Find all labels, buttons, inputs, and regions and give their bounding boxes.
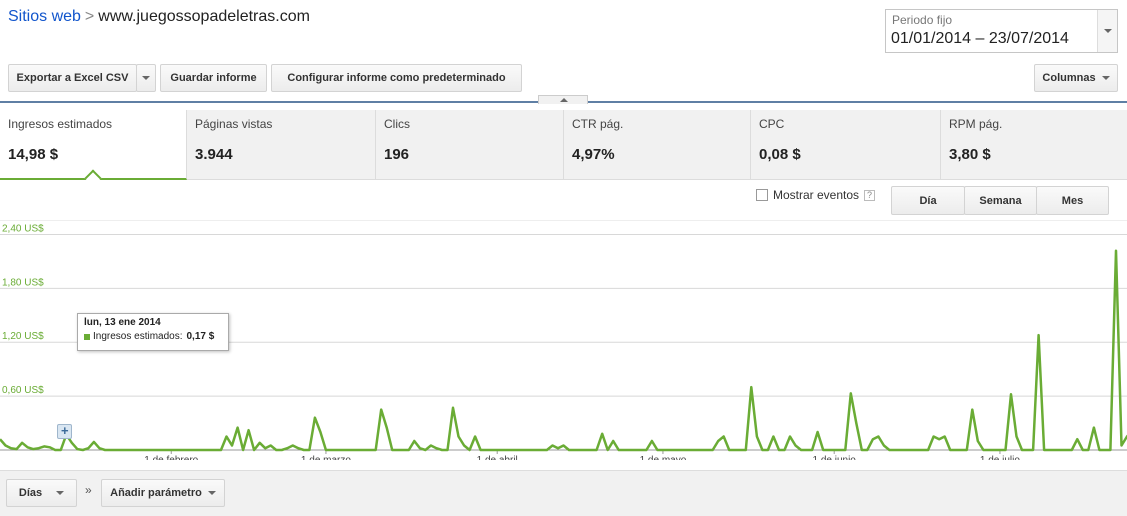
chevron-down-icon	[56, 491, 65, 495]
x-tick-label: 1 de marzo	[301, 455, 351, 460]
y-tick-label: 2,40 US$	[2, 223, 44, 234]
set-default-report-button[interactable]: Configurar informe como predeterminado	[271, 64, 522, 92]
x-tick-label: 1 de febrero	[144, 455, 198, 460]
show-events-label: Mostrar eventos	[773, 188, 860, 202]
metric-tab-page-ctr[interactable]: CTR pág. 4,97%	[564, 110, 751, 180]
granularity-week-label: Semana	[979, 194, 1022, 207]
save-report-button[interactable]: Guardar informe	[160, 64, 267, 92]
metric-value: 4,97%	[572, 146, 615, 163]
granularity-month-button[interactable]: Mes	[1036, 186, 1109, 215]
chevron-down-icon	[207, 491, 216, 495]
y-tick-label: 0,60 US$	[2, 385, 44, 396]
export-csv-button[interactable]: Exportar a Excel CSV	[8, 64, 137, 92]
period-dropdown-button[interactable]	[1097, 10, 1117, 52]
breadcrumb-site: www.juegossopadeletras.com	[98, 8, 310, 25]
collapse-chart-handle[interactable]	[538, 95, 588, 104]
metric-label: Clics	[384, 117, 410, 131]
granularity-month-label: Mes	[1061, 194, 1084, 207]
y-tick-label: 1,80 US$	[2, 277, 44, 288]
columns-label: Columnas	[1042, 72, 1096, 84]
y-tick-label: 1,20 US$	[2, 331, 44, 342]
period-label: Periodo fijo	[892, 13, 953, 27]
x-tick-label: 1 de julio	[980, 455, 1020, 460]
adsense-report: Sitios web > www.juegossopadeletras.com Pe…	[0, 0, 1127, 516]
add-parameter-button[interactable]: Añadir parámetro	[101, 479, 225, 507]
date-range-picker[interactable]: Periodo fijo 01/01/2014 – 23/07/2014	[885, 9, 1118, 53]
chevron-down-icon	[142, 76, 150, 80]
metric-value: 3.944	[195, 146, 233, 163]
breadcrumb-separator: >	[84, 8, 95, 25]
metric-value: 3,80 $	[949, 146, 991, 163]
annotation-marker-icon[interactable]	[57, 423, 72, 439]
metric-label: CTR pág.	[572, 117, 624, 131]
x-tick-label: 1 de junio	[813, 455, 857, 460]
breadcrumb-arrow-icon: »	[85, 483, 92, 497]
columns-button[interactable]: Columnas	[1034, 64, 1118, 92]
granularity-day-button[interactable]: Día	[891, 186, 965, 215]
dimension-label: Días	[18, 487, 43, 499]
chevron-down-icon	[1101, 76, 1110, 80]
metric-tab-clicks[interactable]: Clics 196	[376, 110, 564, 180]
metric-label: CPC	[759, 117, 785, 131]
chevron-up-icon	[560, 98, 568, 102]
metric-tab-estimated-earnings[interactable]: Ingresos estimados 14,98 $	[0, 110, 187, 180]
metric-label: RPM pág.	[949, 117, 1003, 131]
metric-tabs: Ingresos estimados 14,98 $ Páginas vista…	[0, 110, 1127, 180]
metric-value: 14,98 $	[8, 146, 59, 163]
dimension-select[interactable]: Días	[6, 479, 77, 507]
metric-label: Ingresos estimados	[8, 117, 113, 131]
metric-tab-page-rpm[interactable]: RPM pág. 3,80 $	[941, 110, 1127, 180]
save-report-label: Guardar informe	[170, 72, 257, 84]
series-swatch	[84, 333, 90, 340]
granularity-day-label: Día	[919, 194, 937, 207]
set-default-label: Configurar informe como predeterminado	[287, 72, 506, 84]
help-icon[interactable]: ?	[864, 189, 876, 201]
x-tick-label: 1 de mayo	[640, 455, 687, 460]
breadcrumb-sites-link[interactable]: Sitios web	[8, 8, 81, 25]
period-range: 01/01/2014 – 23/07/2014	[891, 30, 1069, 47]
add-parameter-label: Añadir parámetro	[110, 487, 202, 499]
x-tick-label: 1 de abril	[477, 455, 518, 460]
chart-tooltip: lun, 13 ene 2014 Ingresos estimados: 0,1…	[77, 313, 229, 351]
breadcrumb: Sitios web > www.juegossopadeletras.com	[8, 8, 310, 26]
chevron-down-icon	[1104, 29, 1112, 33]
tooltip-series-label: Ingresos estimados:	[93, 331, 183, 342]
metric-tab-page-views[interactable]: Páginas vistas 3.944	[187, 110, 376, 180]
metric-value: 196	[384, 146, 410, 163]
metric-tab-cpc[interactable]: CPC 0,08 $	[751, 110, 941, 180]
metric-label: Páginas vistas	[195, 117, 273, 131]
show-events-checkbox[interactable]	[756, 189, 768, 201]
export-csv-label: Exportar a Excel CSV	[16, 72, 129, 84]
tooltip-value: 0,17 $	[186, 331, 215, 342]
show-events-toggle[interactable]: Mostrar eventos ?	[756, 188, 876, 202]
granularity-week-button[interactable]: Semana	[964, 186, 1037, 215]
export-dropdown-button[interactable]	[136, 64, 156, 92]
metric-value: 0,08 $	[759, 146, 801, 163]
tooltip-date: lun, 13 ene 2014	[84, 317, 161, 328]
tooltip-row: Ingresos estimados: 0,17 $	[84, 331, 222, 342]
